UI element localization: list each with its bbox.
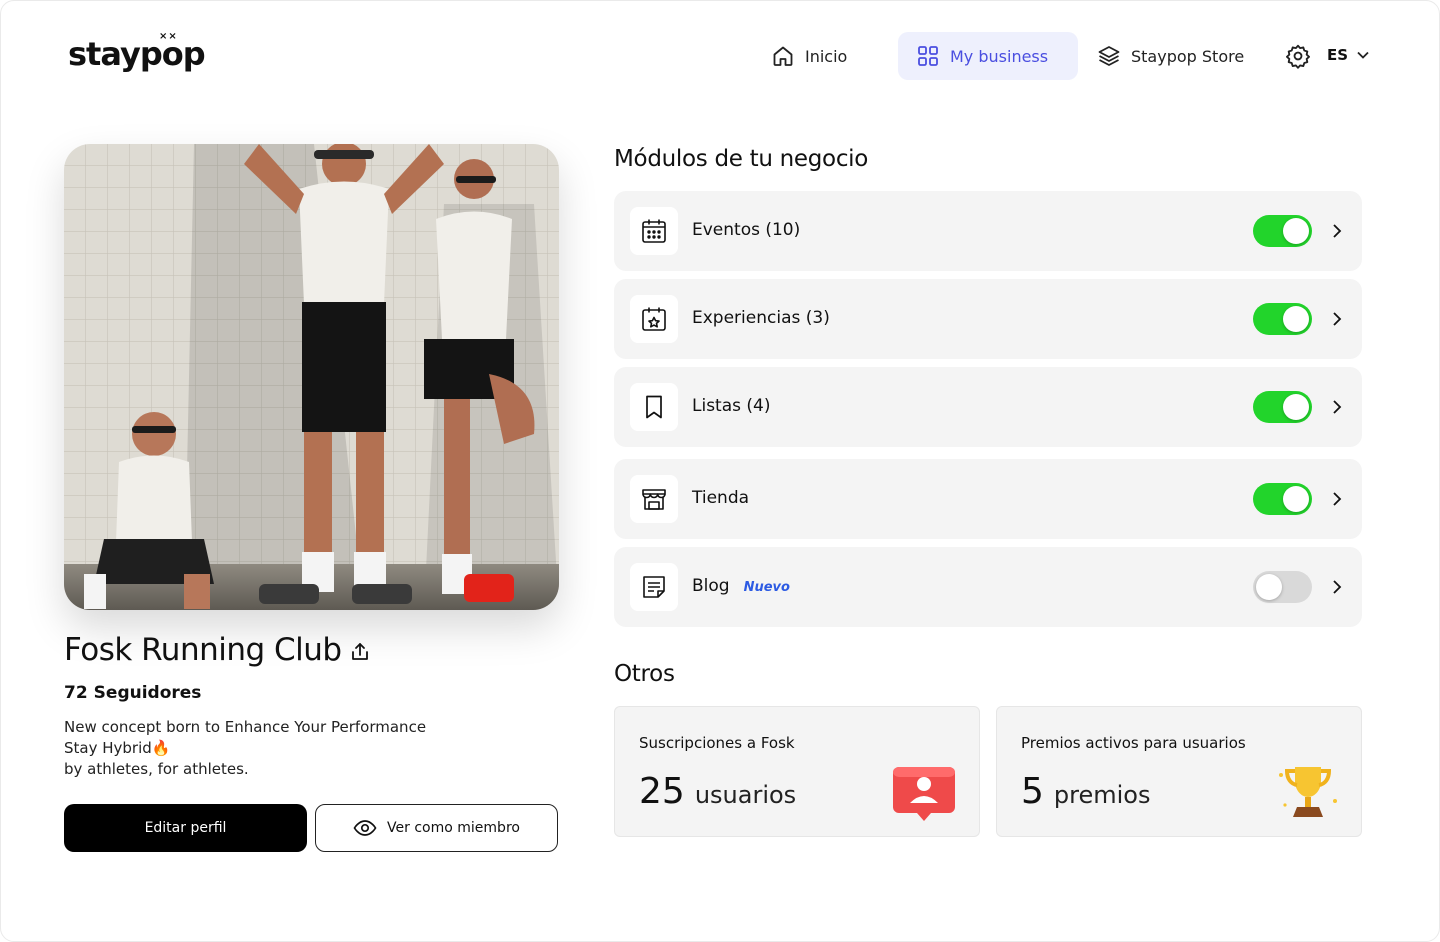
modules-heading: Módulos de tu negocio: [614, 146, 869, 172]
nav-item-staypop-store[interactable]: Staypop Store: [1079, 32, 1262, 80]
staypop-logo[interactable]: staypop ××: [68, 31, 206, 73]
share-icon[interactable]: [349, 641, 371, 663]
subscriptions-value: 25 usuarios: [639, 771, 796, 812]
view-as-member-button[interactable]: Ver como miembro: [315, 804, 558, 852]
nav-item-my-business[interactable]: My business: [898, 32, 1078, 80]
language-selector[interactable]: ES: [1327, 46, 1370, 64]
nav-my-business-label: My business: [950, 46, 1049, 66]
app-frame: staypop ×× Inicio My business Staypop St…: [0, 0, 1440, 942]
logo-dots: ××: [159, 31, 178, 42]
chevron-right-icon[interactable]: [1328, 309, 1346, 329]
module-label: Blog Nuevo: [692, 576, 790, 596]
profile-cover-photo: [64, 144, 559, 610]
subscriptions-number: 25: [639, 771, 685, 812]
module-label: Eventos (10): [692, 220, 801, 240]
subscriptions-title: Suscripciones a Fosk: [639, 734, 795, 752]
new-badge: Nuevo: [743, 580, 790, 595]
rewards-value: 5 premios: [1021, 771, 1150, 812]
module-listas[interactable]: Listas (4): [614, 367, 1362, 447]
calendar-star-icon: [630, 295, 678, 343]
home-icon: [773, 46, 793, 66]
followers-label: Seguidores: [93, 683, 202, 703]
module-experiencias[interactable]: Experiencias (3): [614, 279, 1362, 359]
toggle-knob: [1256, 574, 1282, 600]
chevron-right-icon[interactable]: [1328, 577, 1346, 597]
bio-line: New concept born to Enhance Your Perform…: [64, 718, 427, 736]
calendar-icon: [630, 207, 678, 255]
rewards-number: 5: [1021, 771, 1044, 812]
chevron-down-icon: [1357, 51, 1369, 59]
module-toggle[interactable]: [1253, 571, 1312, 603]
module-eventos[interactable]: Eventos (10): [614, 191, 1362, 271]
nav-store-label: Staypop Store: [1131, 46, 1245, 66]
module-toggle[interactable]: [1253, 215, 1312, 247]
eye-icon: [353, 820, 377, 836]
subscriptions-unit: usuarios: [694, 781, 797, 809]
storefront-icon: [630, 475, 678, 523]
followers-count: 72 Seguidores: [64, 683, 207, 703]
layers-icon: [1098, 46, 1120, 66]
bio-line: by athletes, for athletes.: [64, 760, 249, 778]
toggle-knob: [1283, 218, 1309, 244]
module-label: Tienda: [692, 488, 750, 508]
toggle-knob: [1283, 394, 1309, 420]
toggle-knob: [1283, 306, 1309, 332]
module-blog[interactable]: Blog Nuevo: [614, 547, 1362, 627]
edit-profile-button[interactable]: Editar perfil: [64, 804, 307, 852]
chevron-right-icon[interactable]: [1328, 397, 1346, 417]
settings-gear-icon[interactable]: [1285, 43, 1311, 69]
user-badge-icon: [893, 767, 955, 821]
module-toggle[interactable]: [1253, 303, 1312, 335]
toggle-knob: [1283, 486, 1309, 512]
subscriptions-card[interactable]: Suscripciones a Fosk 25 usuarios: [614, 706, 980, 837]
module-toggle[interactable]: [1253, 391, 1312, 423]
edit-profile-label: Editar perfil: [144, 820, 227, 836]
module-label-text: Blog: [692, 576, 730, 596]
others-heading: Otros: [614, 661, 675, 687]
rewards-title: Premios activos para usuarios: [1021, 734, 1246, 752]
view-as-member-label: Ver como miembro: [387, 820, 520, 836]
language-label: ES: [1327, 46, 1349, 64]
chevron-right-icon[interactable]: [1328, 489, 1346, 509]
module-toggle[interactable]: [1253, 483, 1312, 515]
module-label: Experiencias (3): [692, 308, 830, 328]
grid-icon: [918, 46, 938, 66]
nav-inicio-label: Inicio: [805, 46, 848, 66]
bio-line: Stay Hybrid🔥: [64, 739, 171, 757]
module-label: Listas (4): [692, 396, 771, 416]
followers-number: 72: [64, 683, 88, 703]
rewards-unit: premios: [1053, 781, 1151, 809]
bookmark-icon: [630, 383, 678, 431]
trophy-icon: [1279, 767, 1337, 817]
module-tienda[interactable]: Tienda: [614, 459, 1362, 539]
rewards-card[interactable]: Premios activos para usuarios 5 premios: [996, 706, 1362, 837]
club-name: Fosk Running Club: [64, 632, 342, 668]
note-icon: [630, 563, 678, 611]
chevron-right-icon[interactable]: [1328, 221, 1346, 241]
profile-bio: New concept born to Enhance Your Perform…: [64, 717, 426, 780]
nav-item-inicio[interactable]: Inicio: [753, 32, 865, 80]
